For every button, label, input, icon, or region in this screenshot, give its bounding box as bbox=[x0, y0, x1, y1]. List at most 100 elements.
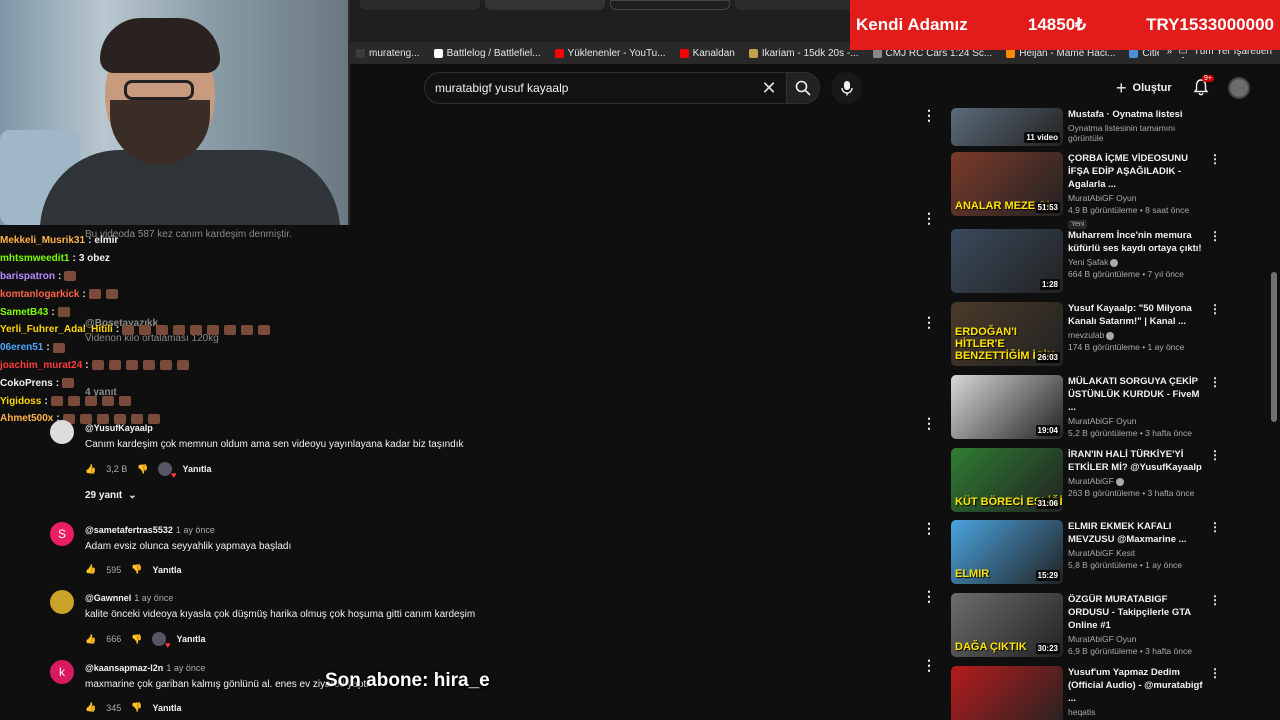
reply-button[interactable]: Yanıtla bbox=[176, 634, 205, 644]
more-options-icon[interactable]: ⋮ bbox=[1209, 448, 1221, 462]
account-avatar[interactable] bbox=[1228, 77, 1250, 99]
related-video-item[interactable]: 19:04 MÜLAKATI SORGUYA ÇEKİP ÜSTÜNLÜK KUR… bbox=[951, 375, 1221, 443]
channel-name[interactable]: MuratAbiGF Oyun bbox=[1068, 634, 1208, 644]
channel-name[interactable]: MuratAbiGF Oyun bbox=[1068, 193, 1208, 203]
related-video-item[interactable]: ERDOĞAN'I HİTLER'E BENZETTİĞİM İÇİN 26:03… bbox=[951, 302, 1221, 370]
channel-name[interactable]: mevzulab bbox=[1068, 330, 1208, 340]
dislike-button[interactable]: 👎 bbox=[131, 702, 142, 713]
video-title[interactable]: ELMIR EKMEK KAFALI MEVZUSU @Maxmarine ..… bbox=[1068, 520, 1208, 546]
comment-time[interactable]: 1 ay önce bbox=[166, 663, 205, 673]
bookmark-item[interactable]: Kanaldan bbox=[679, 48, 735, 59]
chat-username[interactable]: Mekkeli_Musrik31 bbox=[0, 235, 85, 246]
browser-tab[interactable] bbox=[485, 0, 605, 10]
more-options-icon[interactable]: ⋮ bbox=[922, 658, 936, 672]
comment-author[interactable]: @Gawnnel bbox=[85, 593, 131, 603]
dislike-button[interactable]: 👎 bbox=[131, 564, 142, 575]
comment-avatar[interactable]: S bbox=[50, 522, 74, 546]
video-title[interactable]: Muharrem İnce'nin memura küfürlü ses kay… bbox=[1068, 229, 1208, 255]
chat-username[interactable]: 06eren51 bbox=[0, 342, 43, 353]
reply-button[interactable]: Yanıtla bbox=[182, 464, 211, 474]
page-scrollbar[interactable] bbox=[1271, 272, 1277, 422]
video-thumbnail[interactable]: 11 video bbox=[951, 108, 1063, 146]
video-thumbnail[interactable] bbox=[951, 666, 1063, 720]
chat-username[interactable]: SametB43 bbox=[0, 307, 48, 318]
more-options-icon[interactable]: ⋮ bbox=[1209, 593, 1221, 607]
more-options-icon[interactable]: ⋮ bbox=[922, 211, 936, 225]
video-title[interactable]: Yusuf Kayaalp: "50 Milyona Kanalı Satarı… bbox=[1068, 302, 1208, 328]
video-title[interactable]: MÜLAKATI SORGUYA ÇEKİP ÜSTÜNLÜK KURDUK -… bbox=[1068, 375, 1208, 414]
more-options-icon[interactable]: ⋮ bbox=[1209, 375, 1221, 389]
comment-avatar[interactable]: k bbox=[50, 660, 74, 684]
bookmark-item[interactable]: Yüklenenler - YouTu... bbox=[554, 48, 666, 59]
video-title[interactable]: İRAN'IN HALİ TÜRKİYE'Yİ ETKİLER Mİ? @Yus… bbox=[1068, 448, 1208, 474]
video-thumbnail[interactable]: ELMIR 15:29 bbox=[951, 520, 1063, 584]
dislike-button[interactable]: 👎 bbox=[137, 464, 148, 475]
video-thumbnail[interactable]: 1:28 bbox=[951, 229, 1063, 293]
browser-tab[interactable] bbox=[735, 0, 855, 10]
channel-name[interactable]: Yeni Şafak bbox=[1068, 257, 1208, 267]
video-title[interactable]: Yusuf'um Yapmaz Dedim (Official Audio) -… bbox=[1068, 666, 1208, 705]
chat-username[interactable]: komtanlogarkick bbox=[0, 289, 79, 300]
video-thumbnail[interactable]: KÜT BÖRECİ EŞLİĞİ 31:06 bbox=[951, 448, 1063, 512]
related-video-item[interactable]: KÜT BÖRECİ EŞLİĞİ 31:06 İRAN'IN HALİ TÜRKİ… bbox=[951, 448, 1221, 516]
replies-toggle[interactable]: 29 yanıt ⌄ bbox=[85, 490, 137, 501]
like-button[interactable]: 👍 bbox=[85, 464, 96, 475]
chat-username[interactable]: Yerli_Fuhrer_Adal_Hitili bbox=[0, 324, 113, 335]
channel-name[interactable]: MuratAbiGF Kesit bbox=[1068, 548, 1208, 558]
more-options-icon[interactable]: ⋮ bbox=[1209, 302, 1221, 316]
notifications-button[interactable]: 9+ bbox=[1192, 75, 1214, 98]
video-title[interactable]: Mustafa · Oynatma listesi bbox=[1068, 108, 1208, 121]
video-thumbnail[interactable]: ANALAR MEZE OL 51:53 bbox=[951, 152, 1063, 216]
reply-button[interactable]: Yanıtla bbox=[152, 703, 181, 713]
chat-username[interactable]: Ahmet500x bbox=[0, 413, 53, 424]
more-options-icon[interactable]: ⋮ bbox=[1209, 666, 1221, 680]
comment-author[interactable]: @sametafertras5532 bbox=[85, 525, 173, 535]
comment-avatar[interactable] bbox=[50, 420, 74, 444]
related-video-item[interactable]: DAĞA ÇIKTIK 30:23 ÖZGÜR MURATABIGF ORDUSU … bbox=[951, 593, 1221, 661]
create-button[interactable]: + Oluştur bbox=[1116, 76, 1172, 100]
related-video-item[interactable]: ELMIR 15:29 ELMIR EKMEK KAFALI MEVZUSU @Ma… bbox=[951, 520, 1221, 588]
like-button[interactable]: 👍 bbox=[85, 702, 96, 713]
chat-username[interactable]: barispatron bbox=[0, 271, 55, 282]
comment-author[interactable]: @kaansapmaz-l2n bbox=[85, 663, 163, 673]
more-options-icon[interactable]: ⋮ bbox=[1209, 229, 1221, 243]
voice-search-button[interactable] bbox=[831, 72, 863, 104]
comment-author[interactable]: @YusufKayaalp bbox=[85, 423, 153, 433]
video-thumbnail[interactable]: DAĞA ÇIKTIK 30:23 bbox=[951, 593, 1063, 657]
related-video-item[interactable]: 1:28 Muharrem İnce'nin memura küfürlü ses… bbox=[951, 229, 1221, 297]
like-button[interactable]: 👍 bbox=[85, 564, 96, 575]
video-title[interactable]: ÖZGÜR MURATABIGF ORDUSU - Takipçilerle G… bbox=[1068, 593, 1208, 632]
channel-name[interactable]: MuratAbiGF Oyun bbox=[1068, 416, 1208, 426]
more-options-icon[interactable]: ⋮ bbox=[922, 589, 936, 603]
search-input[interactable] bbox=[435, 81, 759, 95]
video-title[interactable]: ÇORBA İÇME VİDEOSUNU İFŞA EDİP AŞAĞILADI… bbox=[1068, 152, 1208, 191]
video-thumbnail[interactable]: 19:04 bbox=[951, 375, 1063, 439]
chat-username[interactable]: joachim_murat24 bbox=[0, 360, 82, 371]
comment-time[interactable]: 1 ay önce bbox=[134, 593, 173, 603]
related-video-item[interactable]: ANALAR MEZE OL 51:53 ÇORBA İÇME VİDEOSUNU … bbox=[951, 152, 1221, 229]
more-options-icon[interactable]: ⋮ bbox=[1209, 520, 1221, 534]
chat-username[interactable]: CokoPrens bbox=[0, 378, 53, 389]
related-video-item[interactable]: Yusuf'um Yapmaz Dedim (Official Audio) -… bbox=[951, 666, 1221, 720]
comment-time[interactable]: 1 ay önce bbox=[176, 525, 215, 535]
comment-avatar[interactable] bbox=[50, 590, 74, 614]
browser-tab[interactable] bbox=[610, 0, 730, 10]
more-options-icon[interactable]: ⋮ bbox=[922, 521, 936, 535]
close-icon[interactable]: ✕ bbox=[759, 78, 779, 99]
browser-tab[interactable] bbox=[360, 0, 480, 10]
more-options-icon[interactable]: ⋮ bbox=[922, 416, 936, 430]
like-button[interactable]: 👍 bbox=[85, 634, 96, 645]
bookmark-item[interactable]: murateng... bbox=[356, 48, 420, 59]
channel-name[interactable]: heqatis bbox=[1068, 707, 1208, 717]
chat-username[interactable]: Yigidoss bbox=[0, 396, 41, 407]
channel-name[interactable]: MuratAbiGF bbox=[1068, 476, 1208, 486]
channel-name[interactable]: Oynatma listesinin tamamını görüntüle bbox=[1068, 123, 1208, 143]
dislike-button[interactable]: 👎 bbox=[131, 634, 142, 645]
chat-username[interactable]: mhtsmweedit1 bbox=[0, 253, 69, 264]
video-thumbnail[interactable]: ERDOĞAN'I HİTLER'E BENZETTİĞİM İÇİN 26:03 bbox=[951, 302, 1063, 366]
more-options-icon[interactable]: ⋮ bbox=[922, 108, 936, 122]
search-button[interactable] bbox=[786, 72, 820, 104]
more-options-icon[interactable]: ⋮ bbox=[1209, 152, 1221, 166]
bookmark-item[interactable]: Ikariam - 15dk 20s -... bbox=[748, 48, 859, 59]
more-options-icon[interactable]: ⋮ bbox=[922, 315, 936, 329]
